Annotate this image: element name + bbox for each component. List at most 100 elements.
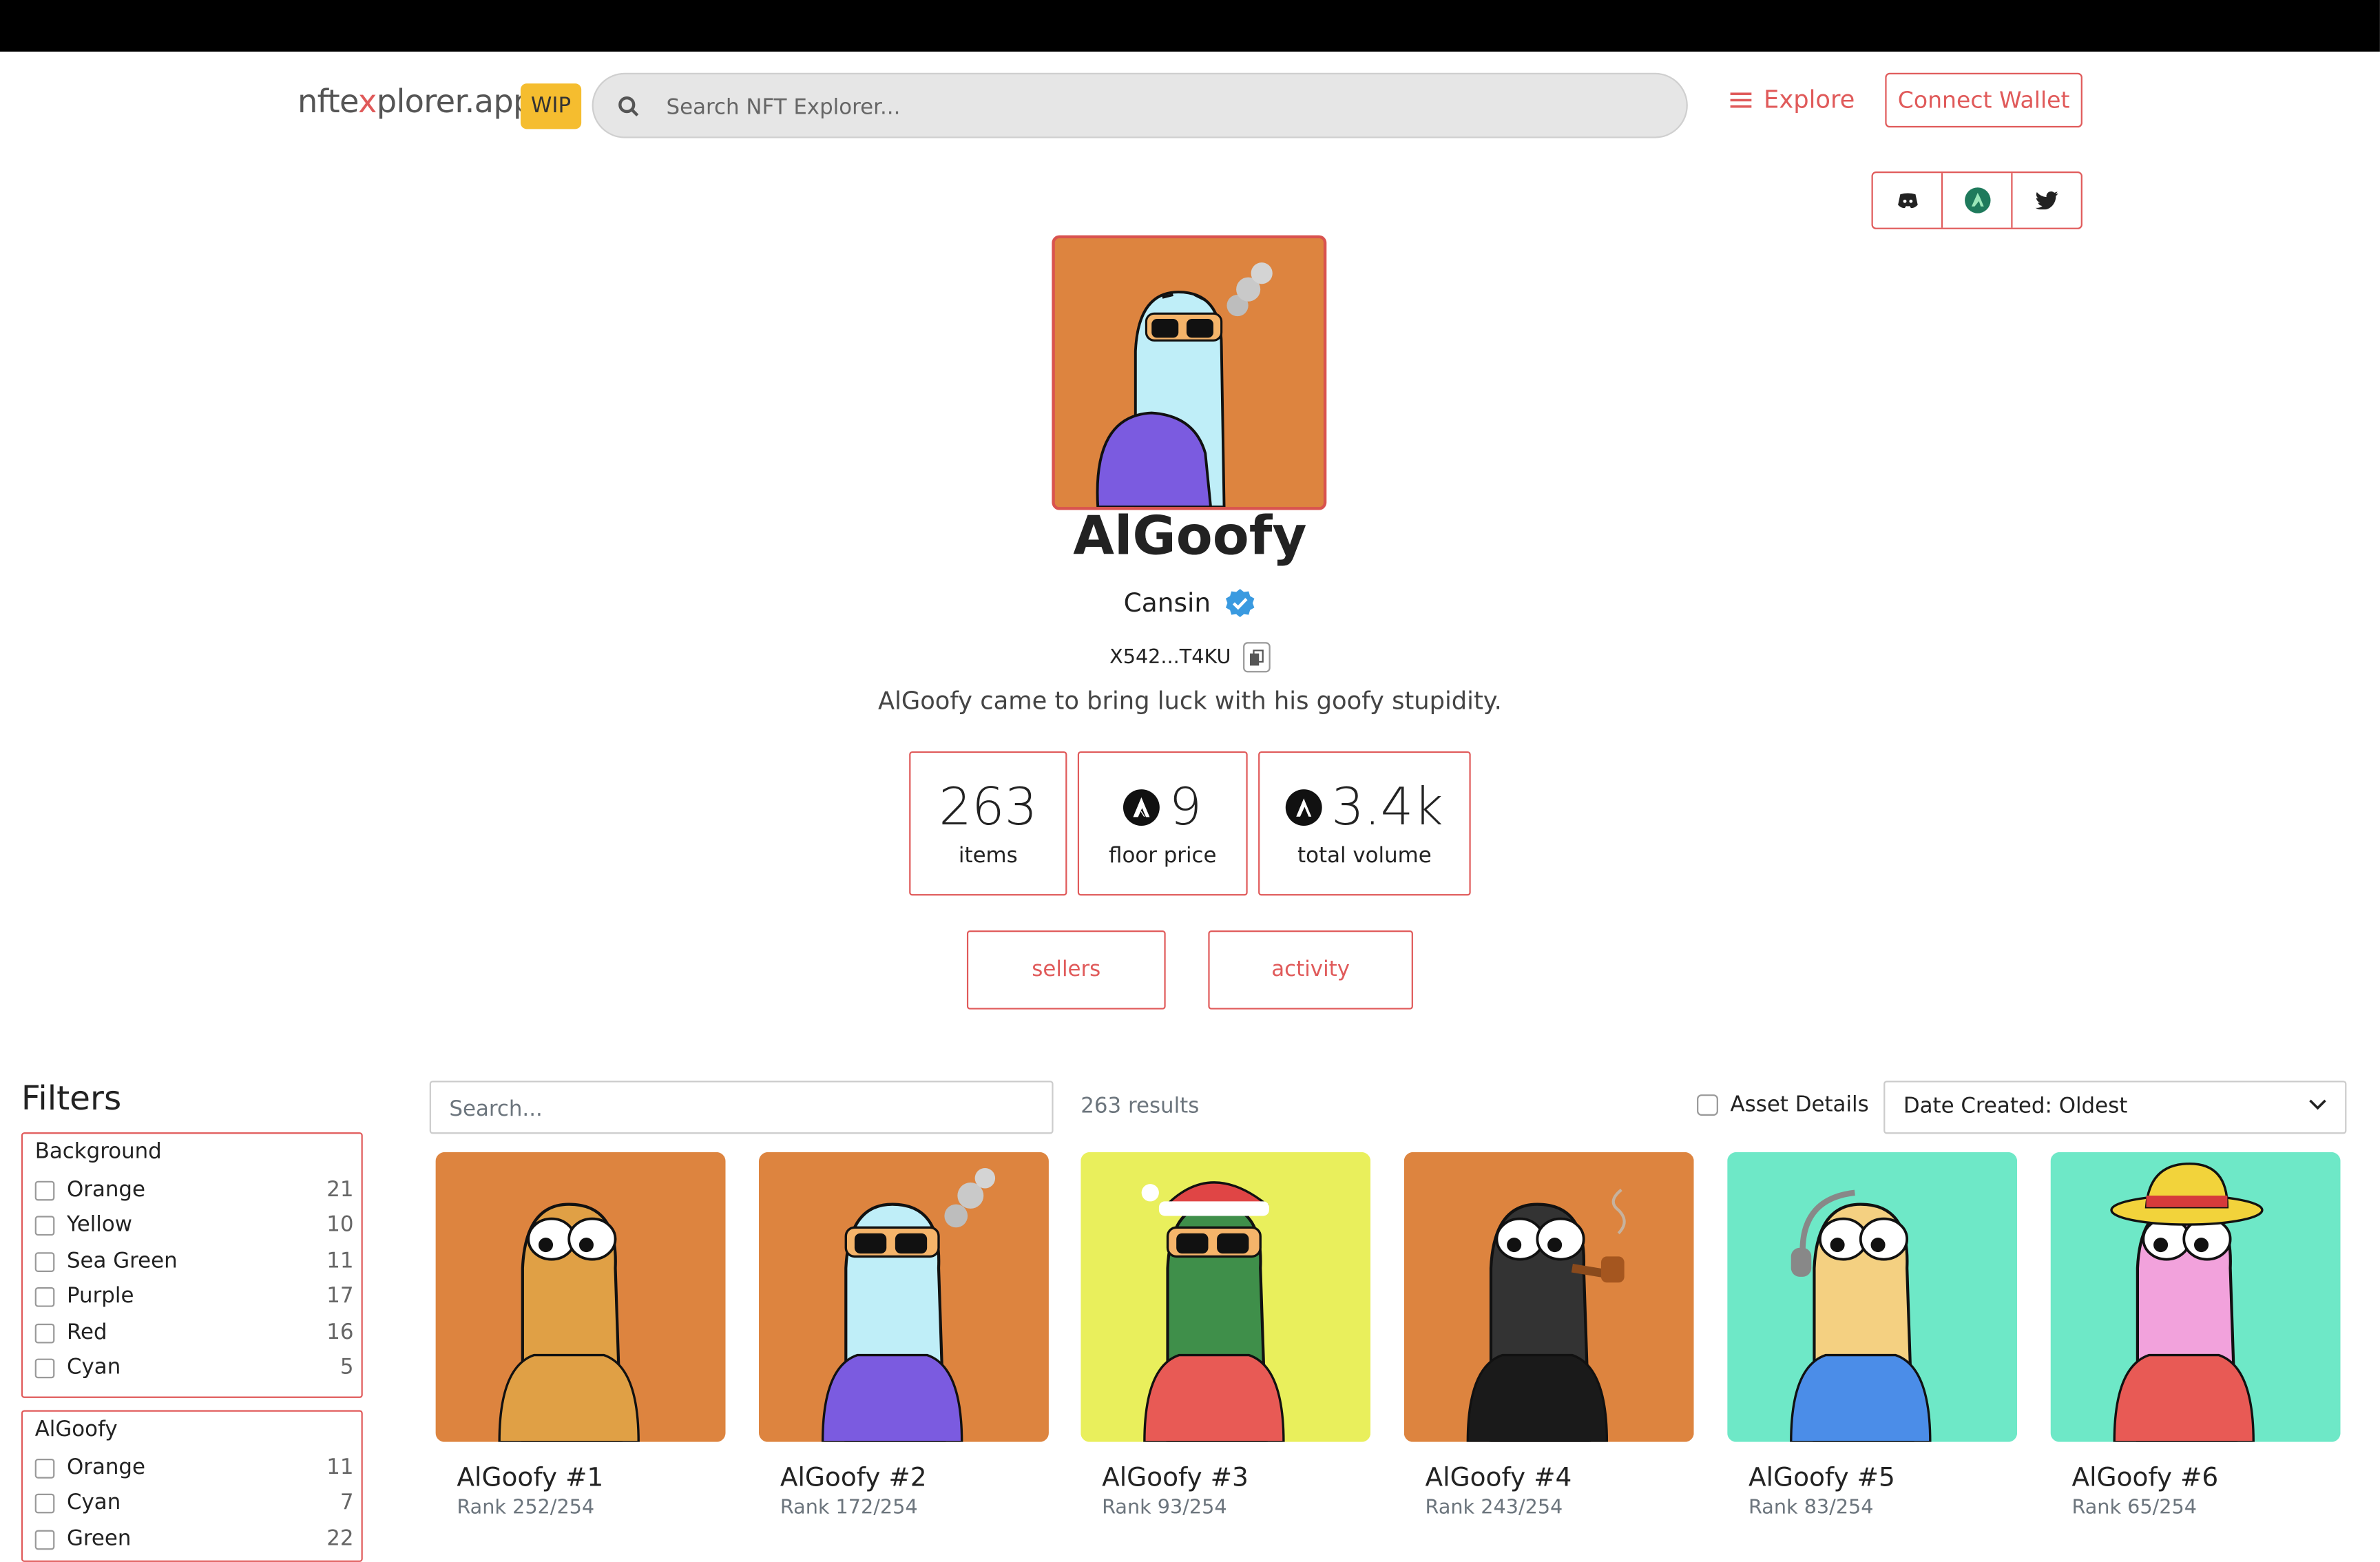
filter-option[interactable]: Yellow 10 [34, 1210, 354, 1240]
nft-card[interactable]: AlGoofy #1 Rank 252/254 [435, 1152, 726, 1520]
filter-option[interactable]: Orange 21 [34, 1175, 354, 1205]
filter-checkbox[interactable] [34, 1492, 55, 1513]
filter-option[interactable]: Purple 17 [34, 1281, 354, 1311]
nft-rank: Rank 83/254 [1749, 1497, 1874, 1520]
asset-details-label: Asset Details [1730, 1092, 1869, 1118]
filter-option-label: Red [66, 1320, 107, 1345]
sort-value: Date Created: Oldest [1903, 1094, 2128, 1119]
filter-option[interactable]: Green 22 [34, 1524, 354, 1554]
algo-explorer-link[interactable] [1941, 173, 2011, 228]
sort-select[interactable]: Date Created: Oldest [1883, 1081, 2347, 1134]
nft-name[interactable]: AlGoofy #2 [780, 1464, 1049, 1494]
nft-rank: Rank 93/254 [1102, 1497, 1227, 1520]
filter-checkbox[interactable] [34, 1457, 55, 1478]
filter-option[interactable]: Sea Green 11 [34, 1246, 354, 1276]
filter-option-label: Green [66, 1527, 132, 1552]
collection-search-input[interactable] [446, 1091, 1030, 1128]
filter-option-count: 7 [340, 1490, 354, 1515]
filter-option-label: Sea Green [66, 1249, 178, 1274]
nft-card[interactable]: AlGoofy #5 Rank 83/254 [1727, 1152, 2018, 1520]
filter-checkbox[interactable] [34, 1322, 55, 1343]
nft-name[interactable]: AlGoofy #3 [1102, 1464, 1370, 1494]
copy-address-button[interactable] [1243, 642, 1271, 673]
nft-name[interactable]: AlGoofy #5 [1749, 1464, 2017, 1494]
filter-option[interactable]: Cyan 7 [34, 1488, 354, 1518]
sellers-button[interactable]: sellers [966, 930, 1166, 1010]
asset-details-checkbox[interactable] [1697, 1094, 1718, 1116]
chevron-down-icon [2309, 1099, 2326, 1110]
logo-text-start: nfte [297, 83, 359, 121]
copy-icon [1250, 649, 1264, 665]
stat-items-label: items [958, 844, 1018, 868]
nft-card[interactable]: AlGoofy #4 Rank 243/254 [1403, 1152, 1694, 1520]
discord-link[interactable] [1873, 173, 1941, 227]
nft-image[interactable] [435, 1152, 726, 1442]
filter-group-algoofy: AlGoofy Orange 11 Cyan 7 Green 22 [21, 1410, 363, 1562]
filter-checkbox[interactable] [34, 1529, 55, 1550]
stat-floor-price: 9 floor price [1077, 751, 1248, 896]
filter-option-label: Cyan [66, 1490, 121, 1515]
algo-leaf-icon [1963, 187, 1990, 214]
collection-avatar [1052, 235, 1327, 510]
filter-checkbox[interactable] [34, 1251, 55, 1271]
nft-card[interactable]: AlGoofy #2 Rank 172/254 [759, 1152, 1049, 1519]
global-search-input[interactable] [663, 86, 1641, 129]
window-top-bar [0, 0, 2380, 52]
nft-name[interactable]: AlGoofy #4 [1426, 1464, 1694, 1494]
filter-group-title: AlGoofy [34, 1417, 118, 1442]
filter-option-count: 22 [326, 1527, 354, 1552]
filter-group-background: Background Orange 21 Yellow 10 Sea Green 11… [21, 1132, 363, 1398]
nft-card[interactable]: AlGoofy #6 Rank 65/254 [2050, 1152, 2341, 1519]
algorand-icon [1286, 789, 1322, 826]
global-search-bar[interactable] [592, 72, 1688, 138]
stat-floor-value: 9 [1169, 777, 1202, 838]
collection-search-box[interactable] [429, 1081, 1054, 1134]
filter-option-count: 11 [326, 1455, 354, 1480]
filter-option-label: Orange [66, 1455, 145, 1480]
filter-option[interactable]: Red 16 [34, 1318, 354, 1348]
twitter-link[interactable] [2011, 173, 2080, 228]
filter-option-label: Purple [66, 1284, 134, 1309]
algorand-icon [1123, 789, 1160, 826]
search-icon [618, 96, 639, 117]
nft-name[interactable]: AlGoofy #6 [2071, 1464, 2340, 1494]
nft-name[interactable]: AlGoofy #1 [457, 1464, 725, 1494]
stat-volume-value: 3.4k [1331, 777, 1443, 838]
nft-image[interactable] [2050, 1152, 2341, 1442]
stat-items: 263 items [909, 751, 1067, 896]
nft-image[interactable] [759, 1152, 1049, 1442]
nft-rank: Rank 252/254 [457, 1497, 595, 1520]
connect-wallet-button[interactable]: Connect Wallet [1885, 72, 2082, 128]
creator-address: X542...T4KU [886, 642, 1494, 673]
goofy-character-image [2050, 1152, 2341, 1442]
filter-option[interactable]: Orange 11 [34, 1452, 354, 1483]
filter-checkbox[interactable] [34, 1357, 55, 1378]
stat-total-volume: 3.4k total volume [1258, 751, 1471, 896]
wip-badge: WIP [520, 83, 582, 129]
filter-option-count: 16 [326, 1320, 354, 1345]
filter-checkbox[interactable] [34, 1180, 55, 1200]
activity-button[interactable]: activity [1208, 930, 1413, 1010]
nft-card[interactable]: AlGoofy #3 Rank 93/254 [1081, 1152, 1371, 1520]
nft-image[interactable] [1403, 1152, 1694, 1442]
site-logo[interactable]: nftexplorer.app [298, 83, 533, 120]
collection-description: AlGoofy came to bring luck with his goof… [877, 686, 1502, 716]
nft-rank: Rank 243/254 [1425, 1497, 1563, 1520]
filter-option-count: 21 [326, 1178, 354, 1202]
filter-checkbox[interactable] [34, 1215, 55, 1235]
filter-option[interactable]: Cyan 5 [34, 1353, 354, 1383]
discord-icon [1897, 192, 1917, 208]
filter-checkbox[interactable] [34, 1286, 55, 1306]
nft-image[interactable] [1727, 1152, 2018, 1442]
creator-line: Cansin [886, 587, 1494, 621]
stat-volume-label: total volume [1297, 844, 1432, 868]
filter-option-label: Cyan [66, 1355, 121, 1380]
explore-menu-button[interactable]: Explore [1730, 85, 1855, 114]
filter-option-count: 17 [326, 1284, 354, 1309]
filter-option-count: 10 [326, 1212, 354, 1238]
creator-name[interactable]: Cansin [1124, 589, 1211, 619]
goofy-character-image [1081, 1152, 1371, 1442]
nft-image[interactable] [1081, 1152, 1371, 1442]
asset-details-toggle[interactable]: Asset Details [1697, 1093, 1869, 1117]
explore-label: Explore [1764, 85, 1855, 114]
